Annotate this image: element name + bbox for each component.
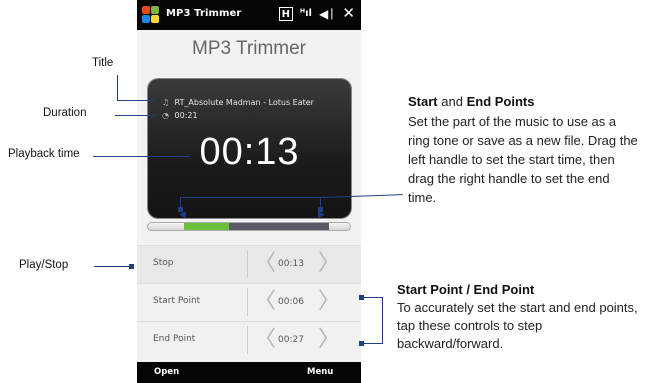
end-point-value: 00:27 [278,335,304,345]
chevron-right-icon[interactable]: 〉 [318,250,340,278]
start-end-points-description: Start and End Points Set the part of the… [408,94,640,207]
windows-start-icon[interactable] [142,6,160,24]
played-segment [184,223,229,230]
start-point-row: Start Point 〈 00:06 〉 [137,283,361,321]
open-softkey[interactable]: Open [154,367,179,377]
playback-value: 00:13 [278,259,304,269]
track-duration: 00:21 [174,111,198,120]
leader-dot [359,341,364,346]
annotation-duration: Duration [43,107,87,119]
leader-dot [129,264,134,269]
play-stop-button[interactable]: Stop [153,258,173,268]
leader-line [93,156,190,157]
annotation-title: Title [92,57,114,69]
signal-strength-icon: ᴴıl [299,8,312,19]
leader-dot [318,207,323,212]
start-end-points-text: Set the part of the music to use as a ri… [408,114,638,205]
heading-start: Start [408,94,438,109]
close-icon[interactable]: ✕ [342,6,355,21]
speaker-icon[interactable]: ◀ᛁ [319,7,335,21]
chevron-right-icon[interactable]: 〉 [318,288,340,316]
end-point-label: End Point [153,334,196,344]
status-bar: MP3 Trimmer H ᴴıl ◀ᛁ ✕ [137,0,361,30]
track-title: RT_Absolute Madman - Lotus Eater [174,98,314,107]
menu-softkey[interactable]: Menu [307,367,333,377]
step-description: Start Point / End Point To accurately se… [397,282,641,353]
leader-line [117,75,118,100]
annotation-playback-time: Playback time [8,148,80,160]
music-note-icon: ♫ [162,98,170,107]
playback-time: 00:13 [199,131,300,173]
hsdpa-icon: H [278,6,293,21]
step-heading: Start Point / End Point [397,282,535,297]
page-title: MP3 Trimmer [192,38,306,59]
leader-line [361,297,382,298]
leader-dot [178,207,183,212]
remaining-segment [229,223,329,230]
play-stop-row[interactable]: Stop 〈 00:13 〉 [137,245,361,283]
leader-line [117,100,155,101]
end-point-row: End Point 〈 00:27 〉 [137,321,361,359]
heading-and: and [441,94,463,109]
leader-line [115,115,155,116]
phone-screen: MP3 Trimmer H ᴴıl ◀ᛁ ✕ MP3 Trimmer ♫ RT_… [137,0,361,383]
start-point-label: Start Point [153,296,201,306]
playback-stepper: 〈 00:13 〉 [247,250,340,278]
chevron-right-icon[interactable]: 〉 [318,326,340,354]
start-point-value: 00:06 [278,297,304,307]
leader-line [361,343,382,344]
leader-line [382,297,383,344]
window-title: MP3 Trimmer [166,8,242,19]
step-text: To accurately set the start and end poin… [397,300,638,351]
start-point-stepper: 〈 00:06 〉 [247,288,340,316]
soft-key-bar: Open Menu [137,362,361,383]
heading-end-points: End Points [466,94,535,109]
leader-line [94,266,132,267]
leader-dot [359,295,364,300]
end-point-stepper: 〈 00:27 〉 [247,326,340,354]
trim-slider[interactable] [147,222,351,231]
leader-line [180,197,320,198]
clock-icon: ◔ [162,111,169,120]
annotation-play-stop: Play/Stop [19,259,69,271]
